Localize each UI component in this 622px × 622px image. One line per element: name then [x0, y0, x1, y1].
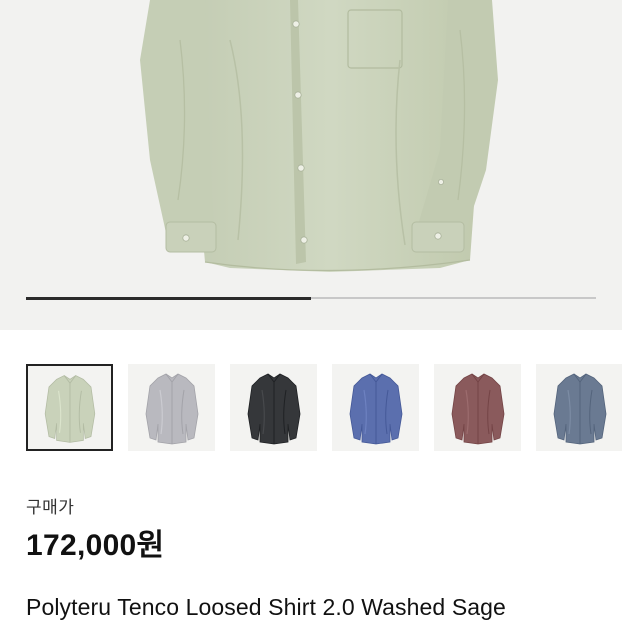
product-image-carousel[interactable] — [0, 0, 622, 330]
carousel-progress-track — [26, 296, 596, 300]
washed-sage-shirt-image — [140, 0, 498, 272]
shirt-thumbnail-image — [451, 373, 505, 445]
price-label: 구매가 — [26, 498, 75, 517]
shirt-thumbnail-image — [44, 375, 96, 443]
thumbnail-washed-sage[interactable] — [26, 364, 113, 451]
shirt-thumbnail-image — [247, 373, 301, 445]
thumbnail-black[interactable] — [230, 364, 317, 451]
thumbnail-blue[interactable] — [332, 364, 419, 451]
price-value: 172,000원 — [26, 529, 165, 562]
thumbnail-light-gray[interactable] — [128, 364, 215, 451]
thumbnail-slate-blue[interactable] — [536, 364, 622, 451]
carousel-progress-fill — [26, 296, 311, 300]
shirt-thumbnail-image — [349, 373, 403, 445]
product-title: Polyteru Tenco Loosed Shirt 2.0 Washed S… — [26, 594, 506, 620]
thumbnail-burgundy-brown[interactable] — [434, 364, 521, 451]
shirt-thumbnail-image — [553, 373, 607, 445]
shirt-thumbnail-image — [145, 373, 199, 445]
color-thumbnail-list — [26, 364, 622, 454]
product-page: 구매가 172,000원 Polyteru Tenco Loosed Shirt… — [0, 0, 622, 622]
